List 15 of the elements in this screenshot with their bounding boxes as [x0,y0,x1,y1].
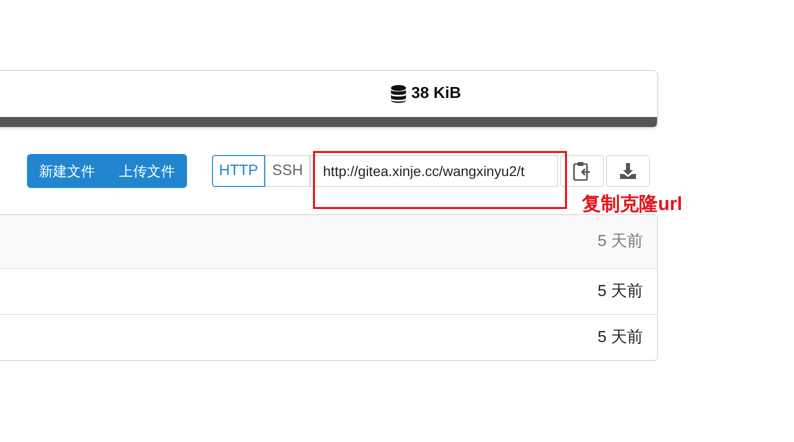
protocol-tab[interactable]: SSH [265,155,310,187]
clipboard-icon [573,161,592,181]
file-button[interactable]: 新建文件 [27,154,107,188]
commit-time: 5 天前 [598,328,643,348]
commit-time: 5 天前 [598,282,643,302]
download-icon [619,162,638,180]
file-button[interactable]: 上传文件 [107,154,187,188]
protocol-tab[interactable]: HTTP [212,155,266,187]
size-label: 38 KiB [411,84,461,104]
commit-time: 5 天前 [598,232,643,252]
url-field[interactable]: http://gitea.xinje.cc/wangxinyu2/t [310,155,558,187]
download-button[interactable] [606,155,650,187]
database-icon [391,85,406,103]
copy-button[interactable] [560,155,604,187]
annotation-label: 复制克隆url [582,193,682,217]
